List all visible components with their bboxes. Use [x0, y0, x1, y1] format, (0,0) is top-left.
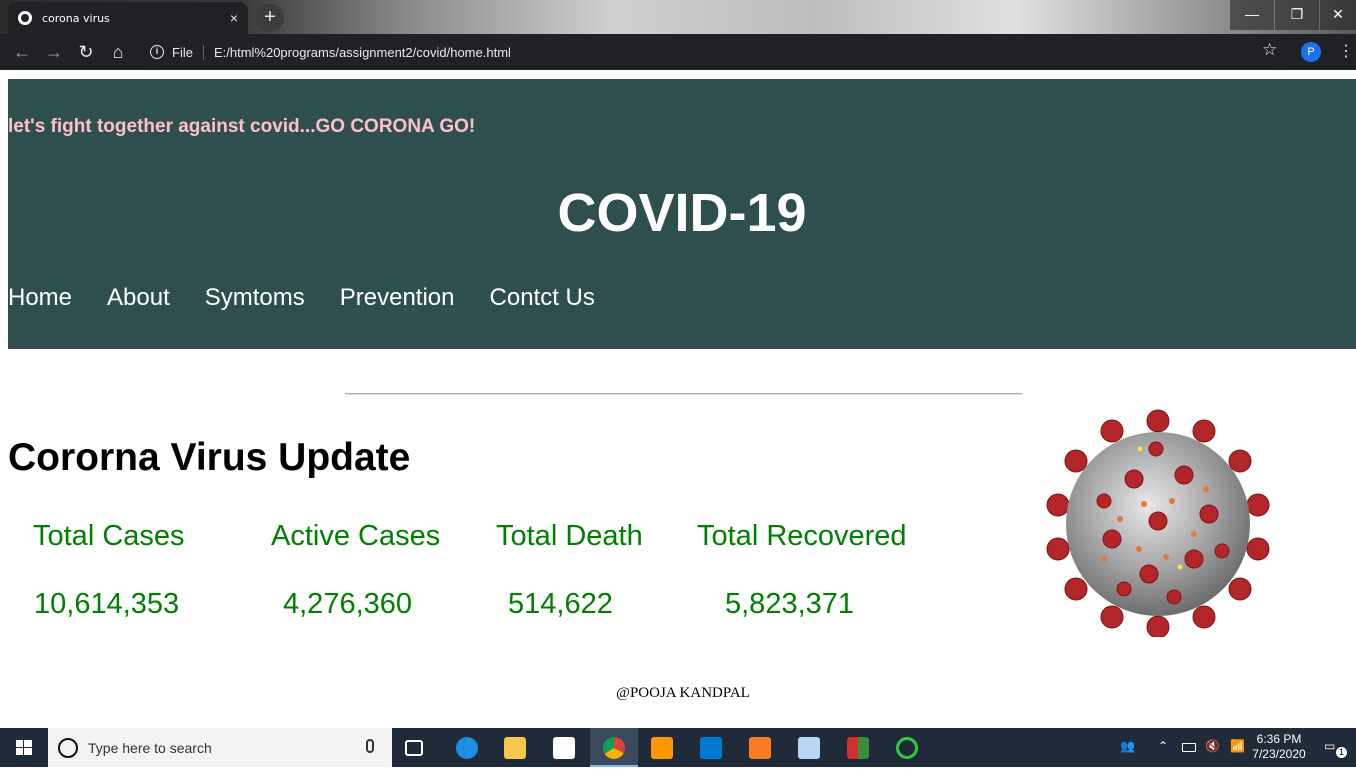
battery-icon[interactable]	[1182, 743, 1196, 752]
stat-label-total-recovered: Total Recovered	[697, 520, 907, 552]
search-placeholder: Type here to search	[88, 739, 212, 756]
file-explorer-icon[interactable]	[504, 737, 526, 759]
microsoft-store-icon[interactable]	[553, 737, 575, 759]
system-clock[interactable]: 6:36 PM 7/23/2020	[1248, 732, 1310, 762]
browser-titlebar: corona virus × + — ❐ ✕	[0, 0, 1356, 34]
virtualbox-icon[interactable]	[798, 737, 820, 759]
page-title: COVID-19	[557, 183, 807, 243]
mail-icon[interactable]	[700, 737, 722, 759]
chevron-up-icon[interactable]: ⌃	[1158, 739, 1168, 778]
url-text[interactable]: E:/html%20programs/assignment2/covid/hom…	[214, 45, 511, 60]
edge-browser-icon[interactable]	[456, 737, 478, 759]
nav-link-symptoms[interactable]: Symtoms	[205, 284, 305, 312]
taskbar-search-input[interactable]: Type here to search	[48, 728, 392, 767]
home-icon[interactable]: ⌂	[106, 40, 130, 64]
notification-badge: 1	[1336, 747, 1347, 758]
green-ring-app-icon[interactable]	[896, 737, 918, 759]
bookmark-star-icon[interactable]: ☆	[1262, 40, 1277, 60]
stat-value-total-cases: 10,614,353	[34, 588, 180, 620]
maximize-button[interactable]: ❐	[1275, 0, 1319, 30]
back-arrow-icon[interactable]: ←	[10, 40, 34, 64]
reload-icon[interactable]: ↻	[74, 40, 98, 64]
tagline: let's fight together against covid...GO …	[8, 116, 476, 137]
chrome-icon[interactable]	[603, 737, 625, 759]
people-icon[interactable]: 👥	[1120, 739, 1135, 778]
menu-kebab-icon[interactable]: ⋮	[1338, 41, 1354, 61]
nav-link-home[interactable]: Home	[8, 284, 72, 312]
stat-value-total-death: 514,622	[508, 588, 613, 620]
close-window-button[interactable]: ✕	[1320, 0, 1356, 30]
tab-title: corona virus	[42, 11, 110, 25]
browser-toolbar: ← → ↻ ⌂ i File E:/html%20programs/assign…	[0, 34, 1356, 70]
browser-tab[interactable]: corona virus ×	[8, 2, 248, 34]
nav-link-contact[interactable]: Contct Us	[490, 284, 595, 312]
globe-icon	[18, 11, 32, 25]
winrar-icon[interactable]	[847, 737, 869, 759]
horizontal-rule	[345, 393, 1022, 395]
wifi-icon[interactable]: 📶	[1230, 739, 1245, 778]
tab-close-icon[interactable]: ×	[230, 10, 238, 26]
microphone-icon[interactable]	[366, 739, 374, 753]
url-scheme-label: File	[172, 44, 204, 60]
coronavirus-image	[1046, 409, 1270, 637]
sublime-text-icon[interactable]	[651, 737, 673, 759]
stat-value-total-recovered: 5,823,371	[725, 588, 855, 620]
minimize-button[interactable]: —	[1230, 0, 1274, 30]
profile-avatar[interactable]: P	[1301, 42, 1321, 62]
notification-center-icon[interactable]: 1 ▭	[1324, 739, 1347, 778]
task-view-icon[interactable]	[405, 740, 423, 756]
site-header: let's fight together against covid...GO …	[8, 79, 1356, 349]
stat-label-active-cases: Active Cases	[271, 520, 441, 552]
address-bar[interactable]: i File E:/html%20programs/assignment2/co…	[140, 39, 1290, 65]
windows-start-icon[interactable]	[0, 728, 48, 767]
nav-link-about[interactable]: About	[107, 284, 170, 312]
main-nav: Home About Symtoms Prevention Contct Us	[8, 284, 630, 312]
clock-date: 7/23/2020	[1252, 747, 1306, 761]
info-icon[interactable]: i	[150, 45, 164, 59]
clock-time: 6:36 PM	[1256, 732, 1302, 746]
stat-label-total-cases: Total Cases	[33, 520, 185, 552]
nav-link-prevention[interactable]: Prevention	[340, 284, 455, 312]
forward-arrow-icon[interactable]: →	[42, 40, 66, 64]
web-page: let's fight together against covid...GO …	[0, 76, 1356, 728]
windows-taskbar: Type here to search 👥 ⌃ 🔇 📶 6:36 PM 7/23…	[0, 728, 1356, 767]
speaker-muted-icon[interactable]: 🔇	[1205, 739, 1220, 778]
xampp-icon[interactable]	[749, 737, 771, 759]
update-heading: Cororna Virus Update	[8, 436, 411, 479]
cortana-icon	[58, 738, 78, 758]
stat-label-total-death: Total Death	[496, 520, 643, 552]
footer-credit: @POOJA KANDPAL	[616, 685, 750, 701]
stat-value-active-cases: 4,276,360	[283, 588, 413, 620]
new-tab-button[interactable]: +	[256, 4, 284, 32]
